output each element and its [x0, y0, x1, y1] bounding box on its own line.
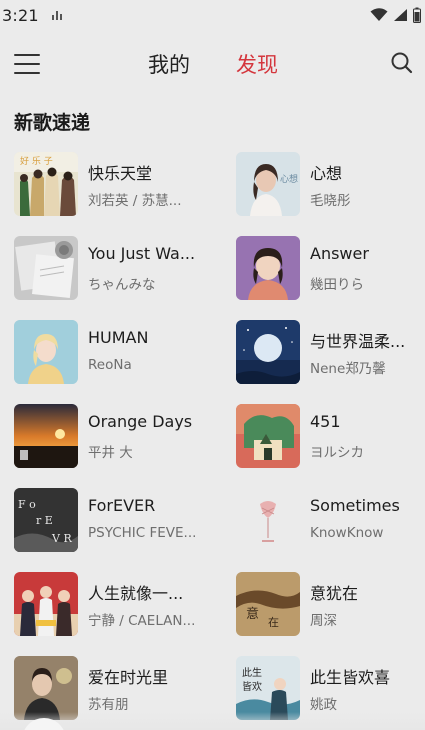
search-button[interactable] — [389, 50, 415, 76]
song-title: Sometimes — [310, 496, 400, 515]
album-cover — [14, 236, 78, 300]
svg-text:心想: 心想 — [280, 173, 298, 185]
song-item[interactable]: Answer 幾田りら — [236, 234, 425, 304]
song-artist: KnowKnow — [310, 525, 384, 541]
album-cover — [14, 572, 78, 636]
song-artist: 周深 — [310, 613, 337, 629]
song-title: 快乐天堂 — [88, 164, 153, 183]
song-title: You Just Wa... — [88, 244, 196, 263]
tab-discover[interactable]: 发现 — [236, 49, 278, 79]
song-artist: 幾田りら — [310, 277, 364, 293]
song-item[interactable]: 人生就像一... 宁静 / CAELAN... — [14, 570, 214, 640]
album-cover: 心想 — [236, 152, 300, 216]
song-artist: 苏有朋 — [88, 697, 129, 713]
album-cover — [14, 320, 78, 384]
song-title: HUMAN — [88, 328, 149, 347]
album-cover: 好 乐 子 — [14, 152, 78, 216]
song-item[interactable]: You Just Wa... ちゃんみな — [14, 234, 214, 304]
svg-text:r E: r E — [36, 514, 53, 527]
song-item[interactable]: 心想 心想 毛晓彤 — [236, 150, 425, 220]
svg-text:皆欢: 皆欢 — [242, 680, 262, 693]
song-title: 人生就像一... — [88, 584, 184, 603]
album-cover — [236, 404, 300, 468]
song-title: Answer — [310, 244, 369, 263]
album-cover — [236, 320, 300, 384]
song-artist: 平井 大 — [88, 445, 133, 461]
song-artist: PSYCHIC FEVE... — [88, 525, 197, 541]
signal-icon — [394, 9, 407, 21]
song-artist: ReoNa — [88, 357, 132, 373]
song-artist: ちゃんみな — [88, 277, 156, 293]
status-time: 3:21 — [2, 5, 39, 25]
album-cover: 此生 皆欢 — [236, 656, 300, 720]
menu-icon-line — [14, 54, 40, 56]
song-artist: 刘若英 / 苏慧... — [88, 193, 182, 209]
song-artist: 宁静 / CAELAN... — [88, 613, 196, 629]
album-cover — [14, 656, 78, 720]
album-cover: F o r E V R — [14, 488, 78, 552]
menu-icon-line — [14, 63, 40, 65]
search-icon — [391, 52, 413, 74]
song-artist: 姚政 — [310, 697, 337, 713]
svg-text:在: 在 — [268, 616, 279, 629]
song-item[interactable]: F o r E V R ForEVER PSYCHIC FEVE... — [14, 486, 214, 556]
song-title: 意犹在 — [310, 584, 359, 603]
svg-text:V R: V R — [51, 532, 72, 545]
song-title: Orange Days — [88, 412, 193, 431]
song-title: 451 — [310, 412, 341, 431]
album-cover — [14, 404, 78, 468]
song-artist: ヨルシカ — [310, 445, 364, 461]
top-navigation: 我的 发现 — [0, 40, 425, 88]
song-title: 与世界温柔... — [310, 332, 406, 351]
song-title: 此生皆欢喜 — [310, 668, 391, 687]
song-artist: 毛晓彤 — [310, 193, 351, 209]
status-bar: 3:21 — [0, 0, 425, 30]
section-title: 新歌速递 — [14, 112, 91, 134]
song-artist: Nene郑乃馨 — [310, 361, 386, 377]
battery-icon — [413, 7, 421, 23]
album-cover: 意 在 — [236, 572, 300, 636]
svg-text:好 乐 子: 好 乐 子 — [20, 155, 53, 167]
song-item[interactable]: Orange Days 平井 大 — [14, 402, 214, 472]
song-title: 心想 — [310, 164, 343, 183]
bottom-fade — [0, 712, 425, 730]
menu-button[interactable] — [14, 52, 40, 76]
tab-mine[interactable]: 我的 — [148, 49, 190, 79]
svg-text:此生: 此生 — [242, 666, 262, 679]
song-title: 爱在时光里 — [88, 668, 169, 687]
song-item[interactable]: 好 乐 子 快乐天堂 刘若英 / 苏慧... — [14, 150, 214, 220]
svg-text:F o: F o — [18, 498, 36, 511]
song-item[interactable]: HUMAN ReoNa — [14, 318, 214, 388]
song-item[interactable]: 意 在 意犹在 周深 — [236, 570, 425, 640]
notification-icon — [51, 9, 63, 21]
song-item[interactable]: 与世界温柔... Nene郑乃馨 — [236, 318, 425, 388]
svg-text:意: 意 — [246, 606, 259, 622]
song-item[interactable]: 451 ヨルシカ — [236, 402, 425, 472]
song-title: ForEVER — [88, 496, 156, 515]
menu-icon-line — [14, 72, 40, 74]
wifi-icon — [370, 8, 388, 21]
song-item[interactable]: Sometimes KnowKnow — [236, 486, 425, 556]
album-cover — [236, 236, 300, 300]
album-cover — [236, 488, 300, 552]
